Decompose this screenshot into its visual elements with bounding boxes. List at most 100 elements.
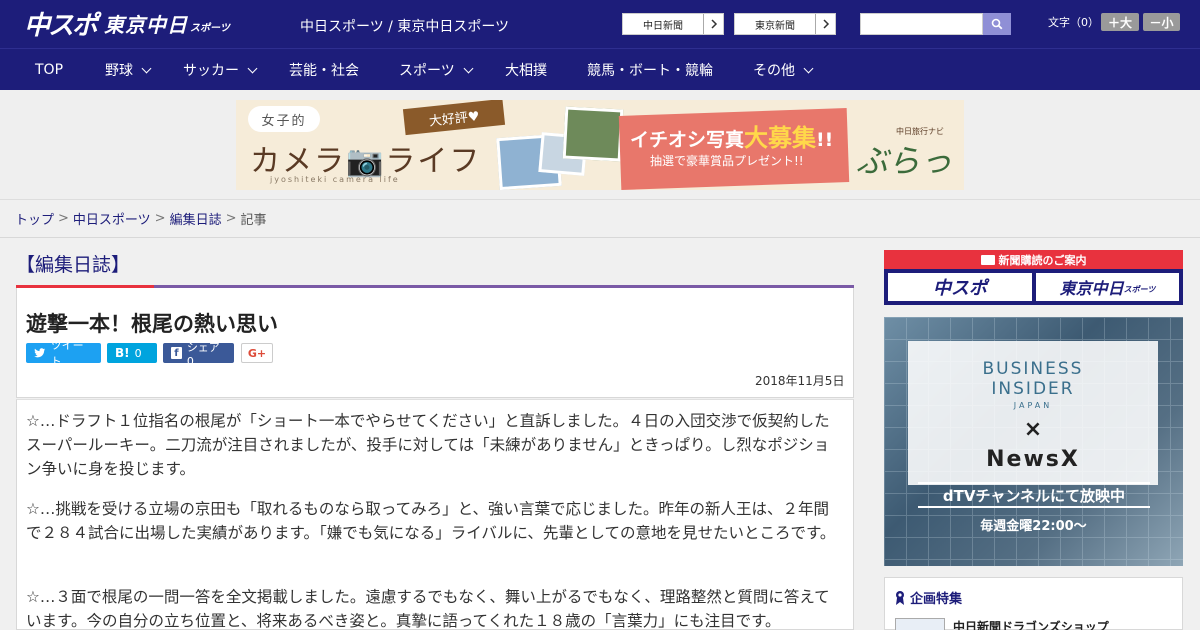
nav-label: 芸能・社会 bbox=[289, 63, 359, 79]
search-button[interactable] bbox=[983, 13, 1011, 35]
nav-item-sports[interactable]: スポーツ bbox=[399, 49, 474, 91]
banner-headline: イチオシ写真大募集!! bbox=[630, 118, 833, 153]
font-bigger-button[interactable]: ＋大 bbox=[1101, 13, 1139, 31]
ad-insider: INSIDER bbox=[991, 379, 1075, 399]
banner-brand: ぶらっ人 bbox=[856, 142, 953, 190]
site-logo[interactable]: 中スポ 東京中日 スポーツ bbox=[24, 8, 230, 41]
breadcrumb-current: 記事 bbox=[240, 213, 267, 228]
banner-area: 女子的 カメラ📷ライフ jyoshiteki camera life 大好評♥ … bbox=[0, 90, 1200, 200]
banner-subtext: 抽選で豪華賞品プレゼント!! bbox=[650, 154, 804, 168]
sidebar-advertisement[interactable]: BUSINESS INSIDER JAPAN × NewsX dTVチャンネルに… bbox=[884, 317, 1183, 566]
subscription-header: 新聞購読のご案内 bbox=[884, 250, 1183, 269]
feature-item-label: 中日新聞ドラゴンズショップ bbox=[953, 620, 1109, 630]
nav-label: TOP bbox=[35, 62, 64, 78]
nav-item-sumo[interactable]: 大相撲 bbox=[505, 49, 547, 91]
ad-newsx: NewsX bbox=[986, 447, 1080, 472]
nav-label: 野球 bbox=[105, 63, 133, 79]
ad-business: BUSINESS bbox=[982, 359, 1084, 379]
ad-japan: JAPAN bbox=[1013, 401, 1053, 410]
ad-card: BUSINESS INSIDER JAPAN × NewsX bbox=[908, 341, 1158, 485]
banner-joshi: 女子的 bbox=[248, 106, 320, 132]
breadcrumb-separator: > bbox=[154, 211, 166, 226]
category-heading: 【編集日誌】 bbox=[16, 254, 131, 276]
subscription-header-label: 新聞購読のご案内 bbox=[998, 253, 1087, 267]
breadcrumb-separator: > bbox=[225, 211, 237, 226]
nav-item-soccer[interactable]: サッカー bbox=[183, 49, 258, 91]
logo-chuspo: 中スポ bbox=[24, 10, 98, 41]
nav-item-racing[interactable]: 競馬・ボート・競輪 bbox=[587, 49, 713, 91]
banner-headline-b: !! bbox=[816, 129, 834, 151]
feature-title: 企画特集 bbox=[895, 588, 962, 607]
chevron-down-icon bbox=[463, 63, 474, 73]
ad-weekly-schedule: 毎週金曜22:00〜 bbox=[980, 519, 1087, 534]
chevron-down-icon bbox=[141, 63, 152, 73]
site-name: 中日スポーツ / 東京中日スポーツ bbox=[300, 19, 510, 35]
search-input[interactable] bbox=[860, 13, 983, 35]
logo-tokyo-chunichi: 東京中日 bbox=[104, 12, 189, 37]
facebook-icon: f bbox=[171, 347, 182, 359]
banner-headline-a: イチオシ写真 bbox=[630, 129, 745, 151]
subscribe-chuspo-button[interactable]: 中スポ bbox=[888, 273, 1032, 301]
hatena-bookmark-button[interactable]: B! 0 bbox=[107, 343, 157, 363]
nav-label: サッカー bbox=[183, 63, 239, 79]
facebook-share-button[interactable]: f シェア 0 bbox=[163, 341, 234, 368]
chunichi-shimbun-link[interactable]: 中日新聞 bbox=[622, 13, 724, 35]
logo-sports: スポーツ bbox=[190, 23, 230, 34]
subscription-box: 新聞購読のご案内 中スポ 東京中日 スポーツ bbox=[884, 250, 1183, 305]
ribbon-icon bbox=[896, 590, 904, 605]
breadcrumb: トップ > 中日スポーツ > 編集日誌 > 記事 bbox=[0, 200, 1200, 238]
breadcrumb-separator: > bbox=[58, 211, 69, 226]
breadcrumb-top[interactable]: トップ bbox=[15, 209, 54, 228]
article-paragraph: ☆…３面で根尾の一問一答を全文掲載しました。遠慮するでもなく、舞い上がるでもなく… bbox=[26, 588, 830, 630]
search-icon bbox=[991, 18, 1003, 30]
chevron-right-icon bbox=[815, 14, 835, 34]
breadcrumb-chunichi-sports[interactable]: 中日スポーツ bbox=[73, 209, 151, 228]
subscribe-tokyo-small: スポーツ bbox=[1123, 285, 1156, 294]
ad-cross: × bbox=[1023, 417, 1043, 442]
tokyo-shimbun-label: 東京新聞 bbox=[755, 20, 795, 32]
nav-item-entertainment[interactable]: 芸能・社会 bbox=[289, 49, 359, 91]
newspaper-icon bbox=[980, 254, 995, 265]
nav-label: 競馬・ボート・競輪 bbox=[587, 63, 713, 79]
chevron-right-icon bbox=[703, 14, 723, 34]
feature-box: 企画特集 中日新聞ドラゴンズショップ bbox=[884, 577, 1183, 630]
nav-item-other[interactable]: その他 bbox=[753, 49, 814, 91]
tweet-button[interactable]: ツイート bbox=[26, 339, 101, 368]
banner-title: カメラ📷ライフ bbox=[250, 144, 482, 179]
chevron-down-icon bbox=[803, 63, 814, 73]
banner-popular-badge: 大好評♥ bbox=[402, 100, 506, 136]
tweet-label: ツイート bbox=[50, 339, 84, 368]
banner-headline-big: 大募集 bbox=[744, 124, 817, 152]
font-size-label: 文字（0） bbox=[1048, 16, 1099, 29]
twitter-bird-icon bbox=[34, 348, 46, 358]
main-nav: TOP 野球 サッカー 芸能・社会 スポーツ 大相撲 競馬・ボート・競輪 その他 bbox=[0, 48, 1200, 90]
feature-title-label: 企画特集 bbox=[910, 592, 963, 607]
subscribe-tokyo-label: 東京中日 bbox=[1059, 279, 1124, 298]
nav-item-top[interactable]: TOP bbox=[35, 49, 63, 91]
article-date: 2018年11月5日 bbox=[755, 374, 845, 388]
article-paragraph: ☆…ドラフト１位指名の根尾が「ショート一本でやらせてください」と直訴しました。４… bbox=[26, 412, 830, 478]
google-plus-button[interactable]: G+ bbox=[241, 343, 273, 363]
nav-label: その他 bbox=[753, 63, 795, 79]
subscribe-tokyo-chunichi-button[interactable]: 東京中日 スポーツ bbox=[1036, 273, 1179, 301]
chunichi-shimbun-label: 中日新聞 bbox=[643, 20, 683, 32]
top-header: 中スポ 東京中日 スポーツ 中日スポーツ / 東京中日スポーツ 中日新聞 東京新… bbox=[0, 0, 1200, 48]
tokyo-shimbun-link[interactable]: 東京新聞 bbox=[734, 13, 836, 35]
feature-item-dragons-shop[interactable]: 中日新聞ドラゴンズショップ bbox=[895, 618, 1109, 630]
breadcrumb-editorial-diary[interactable]: 編集日誌 bbox=[170, 209, 222, 228]
hatena-b-icon: B! bbox=[115, 346, 130, 360]
google-plus-icon: G+ bbox=[247, 346, 267, 360]
hatena-count: 0 bbox=[134, 346, 142, 360]
nav-item-baseball[interactable]: 野球 bbox=[105, 49, 152, 91]
facebook-share-label: シェア 0 bbox=[186, 340, 220, 368]
camera-life-banner[interactable]: 女子的 カメラ📷ライフ jyoshiteki camera life 大好評♥ … bbox=[236, 100, 964, 190]
nav-label: スポーツ bbox=[399, 63, 455, 79]
font-smaller-button[interactable]: －小 bbox=[1143, 13, 1180, 31]
banner-roman: jyoshiteki camera life bbox=[270, 175, 400, 184]
chevron-down-icon bbox=[247, 63, 258, 73]
nav-label: 大相撲 bbox=[505, 63, 547, 79]
article-paragraph: ☆…挑戦を受ける立場の京田も「取れるものなら取ってみろ」と、強い言葉で応じました… bbox=[26, 500, 836, 542]
article-title: 遊撃一本！根尾の熱い思い bbox=[26, 312, 278, 336]
feature-thumbnail bbox=[895, 618, 945, 630]
banner-photo-animal bbox=[562, 106, 624, 162]
